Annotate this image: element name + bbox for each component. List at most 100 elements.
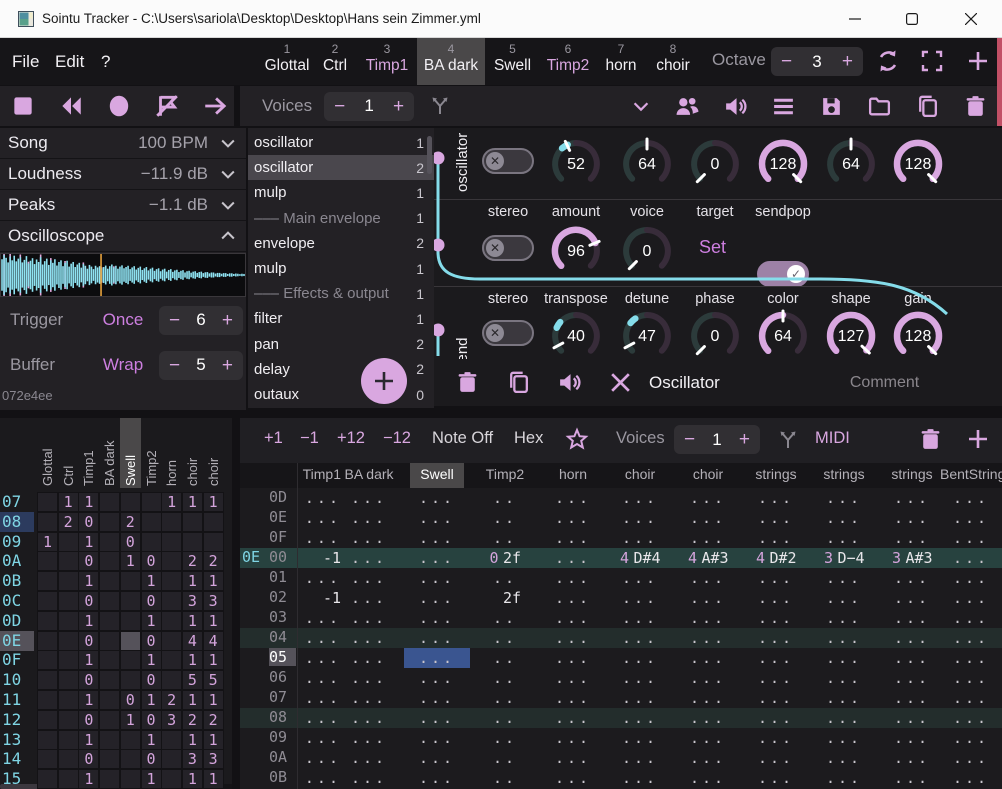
order-cell[interactable]: 0 [78,551,99,571]
note-cell[interactable]: ... [940,588,1002,608]
order-cell[interactable]: 0 [78,591,99,611]
note-cell[interactable]: ... [404,688,470,708]
order-cell[interactable]: 5 [203,670,224,690]
note-cell[interactable]: 02f [472,548,538,568]
order-row-index[interactable]: 0A [0,551,34,571]
order-cell[interactable] [99,492,120,512]
note-cell[interactable]: ... [879,708,945,728]
order-cell[interactable] [99,749,120,769]
order-cell[interactable]: 1 [182,492,203,512]
order-cell[interactable] [37,631,58,651]
order-header-swell[interactable]: Swell [123,420,138,486]
note-cell[interactable]: ... [540,628,606,648]
note-cell[interactable]: ... [743,648,809,668]
split-voices-icon[interactable] [776,428,800,452]
chevron-up-icon[interactable] [218,226,238,246]
note-cell[interactable]: ... [940,708,1002,728]
note-cell[interactable]: ... [298,748,341,768]
order-cell[interactable] [182,532,203,552]
unit-list-item-mulp[interactable]: mulp1 [248,180,434,205]
stereo-toggle[interactable]: ✕ [482,235,534,261]
stereo-toggle[interactable]: ✕ [482,148,534,174]
note-cell[interactable]: ... [336,668,402,688]
order-cell[interactable] [120,611,141,631]
order-cell[interactable]: 0 [78,512,99,532]
menu-item-file[interactable]: File [12,38,39,85]
order-cell[interactable]: 0 [141,670,162,690]
note-cell[interactable]: ... [879,648,945,668]
order-cell[interactable] [99,611,120,631]
trigger-minus-button[interactable]: − [169,311,180,330]
order-cell[interactable] [161,532,182,552]
note-cell[interactable]: ... [940,648,1002,668]
order-cell[interactable]: 0 [141,551,162,571]
order-cell[interactable]: 1 [78,532,99,552]
note-cell[interactable]: ... [811,668,877,688]
order-cell[interactable] [58,532,79,552]
note-cell[interactable]: ... [940,768,1002,788]
order-cell[interactable]: 1 [78,730,99,750]
x-icon[interactable] [608,370,633,395]
note-cell[interactable]: ... [940,668,1002,688]
order-cell[interactable] [120,571,141,591]
note-cell[interactable]: ... [675,508,741,528]
note-cell[interactable]: ... [540,548,606,568]
unit-comment-field[interactable]: Comment [850,374,919,392]
order-cell[interactable] [99,690,120,710]
order-cell[interactable] [58,710,79,730]
order-header-choir[interactable]: choir [206,420,221,486]
note-cell[interactable]: ... [675,688,741,708]
loop-icon[interactable] [874,47,902,75]
note-cell[interactable]: ... [811,688,877,708]
octave-plus-button[interactable]: + [842,52,853,71]
trash-icon[interactable] [963,94,988,119]
buffer-plus-button[interactable]: + [222,356,233,375]
note-cell[interactable]: ... [940,568,1002,588]
chevron-down-icon[interactable] [218,133,238,153]
note-cell[interactable]: ... [607,488,673,508]
order-cell[interactable] [58,571,79,591]
buffer-value[interactable]: 5 [196,355,205,375]
folder-icon[interactable] [867,94,892,119]
order-cell[interactable] [37,749,58,769]
order-cell[interactable] [37,670,58,690]
note-cell[interactable]: ... [336,548,402,568]
buffer-minus-button[interactable]: − [169,356,180,375]
order-cell[interactable]: 0 [120,532,141,552]
note-cell[interactable]: ... [940,488,1002,508]
instrument-tab-choir[interactable]: 8choir [645,38,701,85]
order-cell[interactable]: 0 [78,710,99,730]
trigger-plus-button[interactable]: + [222,311,233,330]
note-cell[interactable]: ... [404,588,470,608]
note-track-header-strings[interactable]: strings [879,466,945,482]
note-cell[interactable]: ... [607,768,673,788]
note-cell[interactable]: ... [743,728,809,748]
note-cell[interactable]: ... [743,628,809,648]
note-cell[interactable]: ... [607,528,673,548]
speaker-icon[interactable] [723,94,748,119]
order-row-index[interactable]: 14 [0,749,34,769]
song-row-song[interactable]: Song100 BPM [0,128,246,159]
note-cell[interactable]: .. [472,608,538,628]
order-cell[interactable]: 5 [182,670,203,690]
note-cell[interactable]: ... [607,588,673,608]
order-cell[interactable] [58,631,79,651]
order-cell[interactable]: 0 [78,749,99,769]
note-cell[interactable]: ... [336,688,402,708]
order-cell[interactable]: 2 [182,551,203,571]
note-cell[interactable]: ... [743,528,809,548]
note-cell[interactable]: .. [472,688,538,708]
note-cell[interactable]: .. [472,768,538,788]
order-cell[interactable] [37,512,58,532]
note-cell[interactable]: -1 [298,548,341,568]
note-cell[interactable]: ... [607,688,673,708]
note-cell[interactable]: ... [540,768,606,788]
note-cell[interactable]: ... [743,688,809,708]
note-cell[interactable]: 4D#4 [607,548,673,568]
note-cell[interactable]: ... [743,708,809,728]
order-cell[interactable] [120,670,141,690]
order-cell[interactable] [58,551,79,571]
unit-list-scrollbar[interactable] [427,136,432,174]
note-cell[interactable]: ... [298,488,341,508]
order-cell[interactable] [58,769,79,789]
